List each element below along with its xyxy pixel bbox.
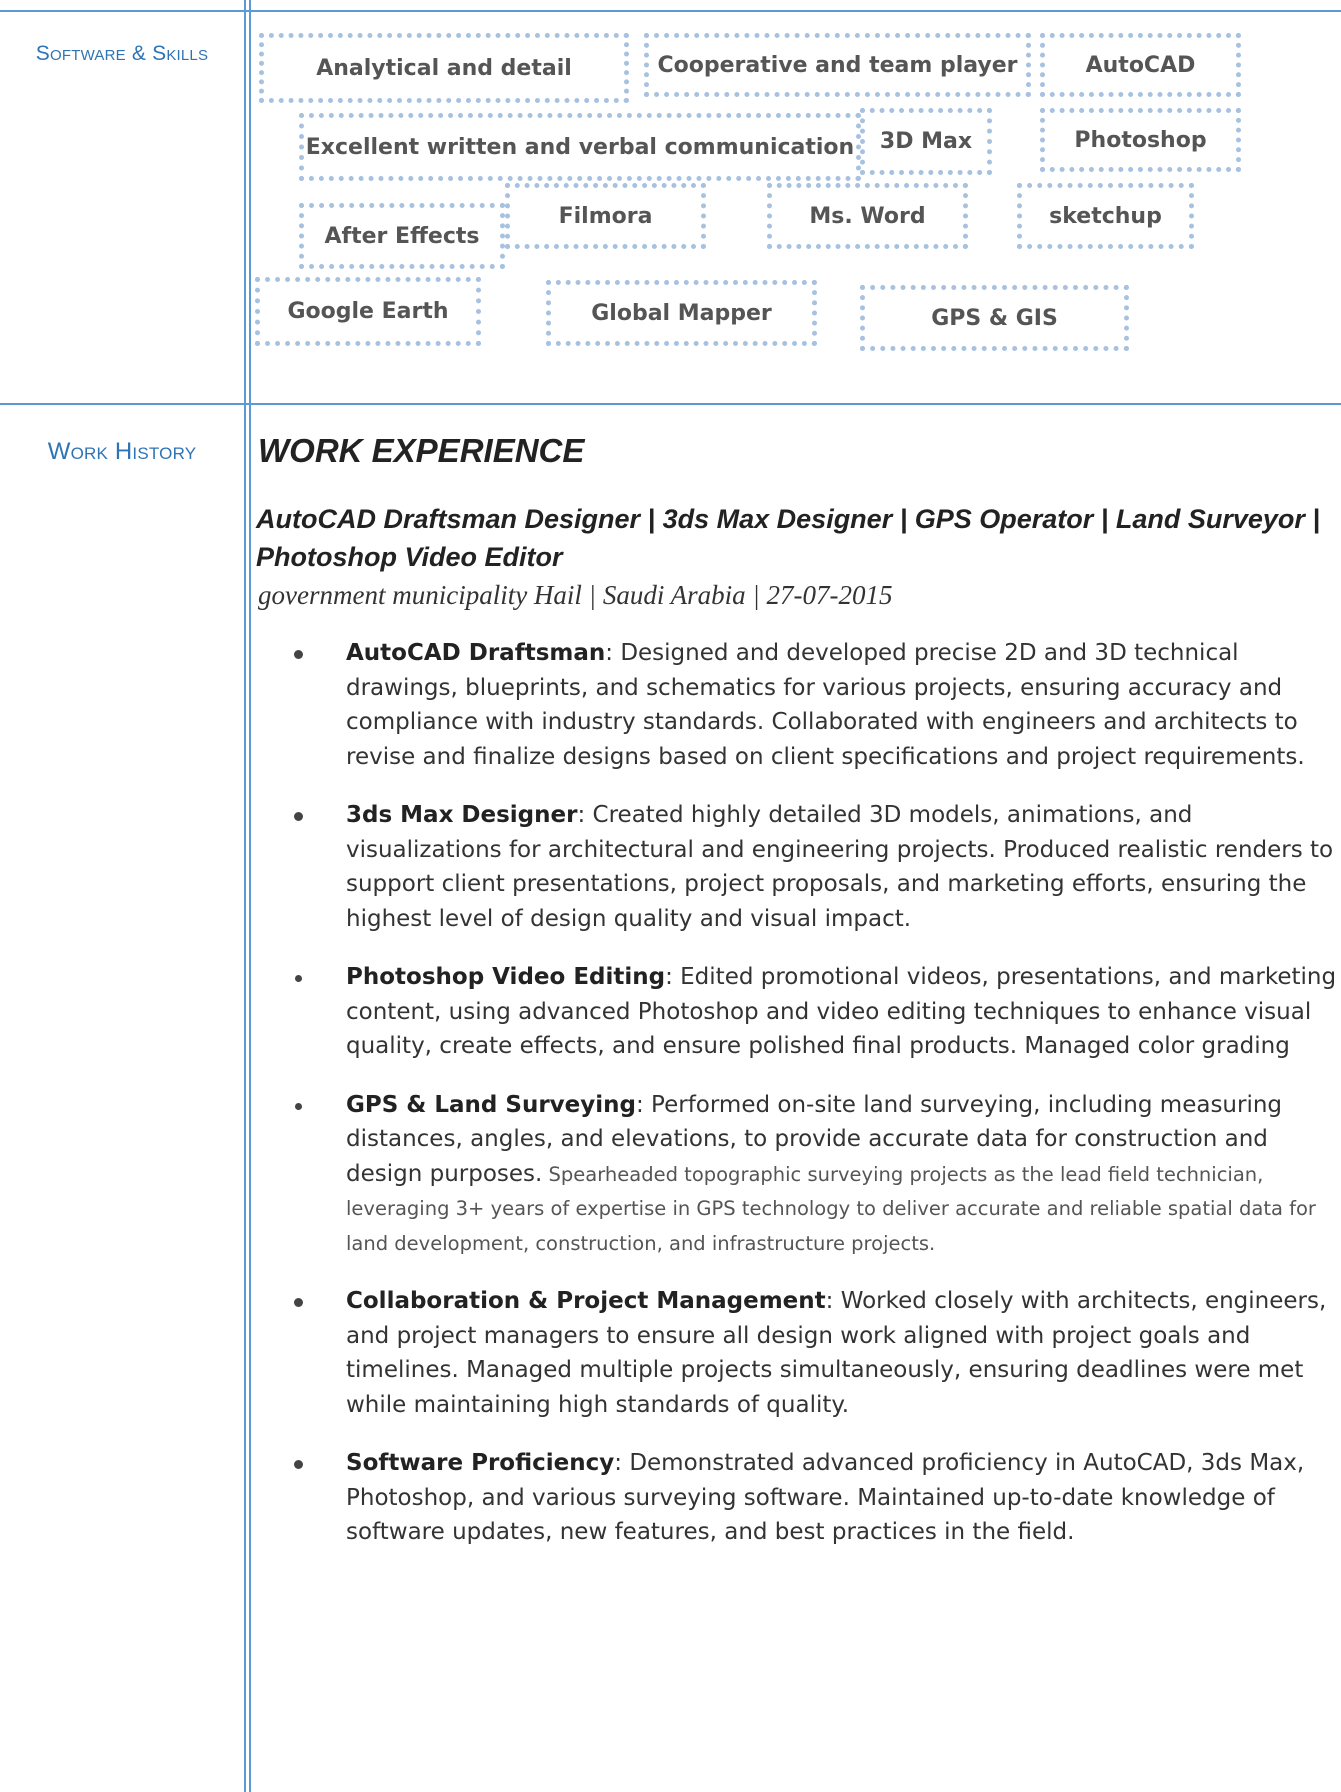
column-divider-right bbox=[249, 0, 251, 1792]
bullet-title: AutoCAD Draftsman bbox=[346, 640, 606, 666]
bullet-icon bbox=[294, 1460, 303, 1469]
bullet-title: Collaboration & Project Management bbox=[346, 1288, 826, 1314]
list-item: Photoshop Video Editing: Edited promotio… bbox=[290, 960, 1340, 1064]
list-item: AutoCAD Draftsman: Designed and develope… bbox=[290, 636, 1340, 774]
bullet-icon bbox=[294, 1298, 303, 1307]
skill-tag: Global Mapper bbox=[546, 280, 817, 346]
row-divider bbox=[0, 403, 1341, 405]
job-employer-location-date: government municipality Hail | Saudi Ara… bbox=[258, 580, 893, 610]
skill-tag: GPS & GIS bbox=[860, 285, 1129, 351]
skill-tag: Google Earth bbox=[255, 277, 481, 346]
bullet-title: Photoshop Video Editing bbox=[346, 964, 666, 990]
job-title: AutoCAD Draftsman Designer | 3ds Max Des… bbox=[256, 504, 1320, 572]
work-section-label: Work History bbox=[47, 438, 197, 465]
work-experience-heading: WORK EXPERIENCE bbox=[258, 432, 585, 469]
skill-tag: Ms. Word bbox=[767, 183, 968, 249]
resume-page: Software & Skills Work History Analytica… bbox=[0, 0, 1341, 1792]
list-item: GPS & Land Surveying: Performed on-site … bbox=[290, 1088, 1340, 1261]
skill-tag: Excellent written and verbal communicati… bbox=[299, 113, 861, 181]
skills-section-label: Software & Skills bbox=[35, 42, 209, 65]
list-item: Collaboration & Project Management: Work… bbox=[290, 1284, 1340, 1422]
bullet-icon bbox=[294, 812, 303, 821]
skill-tag: After Effects bbox=[299, 203, 505, 269]
skill-tag: AutoCAD bbox=[1040, 33, 1241, 97]
bullet-icon bbox=[295, 1102, 302, 1110]
responsibilities-list: AutoCAD Draftsman: Designed and develope… bbox=[290, 636, 1340, 1574]
bullet-title: Software Proficiency bbox=[346, 1450, 615, 1476]
table-top-border bbox=[0, 10, 1341, 12]
bullet-title: 3ds Max Designer bbox=[346, 802, 578, 828]
column-divider-left bbox=[244, 0, 246, 1792]
list-item: 3ds Max Designer: Created highly detaile… bbox=[290, 798, 1340, 936]
bullet-icon bbox=[295, 975, 302, 982]
skill-tag: Analytical and detail bbox=[259, 33, 629, 103]
skill-tag: Photoshop bbox=[1040, 108, 1241, 172]
bullet-icon bbox=[294, 650, 303, 659]
skill-tag: Filmora bbox=[505, 183, 706, 249]
list-item: Software Proficiency: Demonstrated advan… bbox=[290, 1446, 1340, 1550]
bullet-title: GPS & Land Surveying bbox=[346, 1091, 636, 1118]
skill-tag: Cooperative and team player bbox=[644, 33, 1031, 97]
skill-tag: 3D Max bbox=[860, 108, 992, 175]
skill-tag: sketchup bbox=[1017, 183, 1194, 249]
